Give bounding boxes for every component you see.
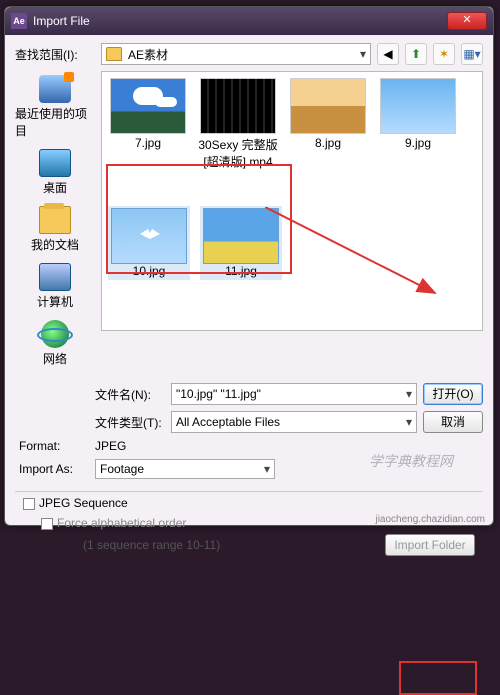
open-button[interactable]: 打开(O) (423, 383, 483, 405)
computer-icon (39, 263, 71, 291)
up-button[interactable]: ⬆ (405, 43, 427, 65)
sidebar-item-desktop[interactable]: 桌面 (39, 149, 71, 196)
file-item-selected[interactable]: 10.jpg (108, 206, 190, 280)
chevron-down-icon: ▾ (264, 462, 270, 476)
importas-value: Footage (100, 462, 144, 476)
thumbnail (380, 78, 456, 134)
file-item[interactable]: 8.jpg (288, 78, 368, 170)
sidebar-item-network[interactable]: 网络 (41, 320, 69, 367)
lookin-label: 查找范围(I): (15, 46, 95, 63)
network-icon (41, 320, 69, 348)
folder-icon (106, 47, 122, 61)
file-item[interactable]: 9.jpg (378, 78, 458, 170)
watermark-url: jiaocheng.chazidian.com (375, 514, 485, 525)
close-button[interactable]: ✕ (447, 12, 487, 30)
file-name: 8.jpg (315, 136, 341, 150)
desktop-icon (39, 149, 71, 177)
sidebar-label: 网络 (43, 350, 67, 367)
filetype-label: 文件类型(T): (95, 414, 165, 431)
file-name: 11.jpg (225, 264, 257, 278)
format-value: JPEG (95, 439, 126, 453)
force-alpha-label: Force alphabetical order (57, 516, 186, 530)
folder-select[interactable]: AE素材 ▾ (101, 43, 371, 65)
jpeg-sequence-label: JPEG Sequence (39, 496, 128, 510)
chevron-down-icon: ▾ (406, 387, 412, 401)
sidebar-label: 最近使用的项目 (15, 105, 95, 139)
sequence-range-text: (1 sequence range 10-11) (83, 538, 220, 552)
window-title: Import File (33, 14, 90, 28)
sidebar-item-computer[interactable]: 计算机 (37, 263, 73, 310)
file-name: 7.jpg (135, 136, 161, 150)
thumbnail (110, 78, 186, 134)
file-name: 30Sexy 完整版[超清版].mp4 (198, 136, 278, 170)
folder-name: AE素材 (128, 46, 168, 63)
sidebar-label: 计算机 (37, 293, 73, 310)
chevron-down-icon: ▾ (360, 47, 366, 61)
thumbnail (111, 208, 187, 264)
documents-icon (39, 206, 71, 234)
app-icon: Ae (11, 13, 27, 29)
new-folder-button[interactable]: ✶ (433, 43, 455, 65)
format-label: Format: (19, 439, 89, 453)
importas-label: Import As: (19, 462, 89, 476)
filename-input[interactable]: "10.jpg" "11.jpg" ▾ (171, 383, 417, 405)
sidebar-label: 桌面 (43, 179, 67, 196)
thumbnail (203, 208, 279, 264)
jpeg-sequence-checkbox[interactable]: JPEG Sequence (23, 496, 475, 510)
thumbnail (200, 78, 276, 134)
checkbox-icon (23, 498, 35, 510)
checkbox-icon (41, 518, 53, 530)
recent-icon (39, 75, 71, 103)
import-file-dialog: Ae Import File ✕ 查找范围(I): AE素材 ▾ ◀ ⬆ ✶ ▦… (4, 6, 494, 526)
annotation-open-highlight (399, 661, 477, 695)
filename-value: "10.jpg" "11.jpg" (176, 387, 261, 401)
sidebar-label: 我的文档 (31, 236, 79, 253)
filename-label: 文件名(N): (95, 386, 165, 403)
import-folder-button[interactable]: Import Folder (385, 534, 475, 556)
thumbnail (290, 78, 366, 134)
chevron-down-icon: ▾ (406, 415, 412, 429)
view-menu-button[interactable]: ▦▾ (461, 43, 483, 65)
file-list-pane[interactable]: 7.jpg 30Sexy 完整版[超清版].mp4 8.jpg 9.jpg (101, 71, 483, 331)
file-item[interactable]: 30Sexy 完整版[超清版].mp4 (198, 78, 278, 170)
filetype-value: All Acceptable Files (176, 415, 280, 429)
file-item-selected[interactable]: 11.jpg (200, 206, 282, 280)
titlebar[interactable]: Ae Import File ✕ (5, 7, 493, 35)
file-item[interactable]: 7.jpg (108, 78, 188, 170)
filetype-select[interactable]: All Acceptable Files ▾ (171, 411, 417, 433)
cancel-button[interactable]: 取消 (423, 411, 483, 433)
file-name: 9.jpg (405, 136, 431, 150)
sidebar-item-recent[interactable]: 最近使用的项目 (15, 75, 95, 139)
places-sidebar: 最近使用的项目 桌面 我的文档 计算机 网络 (15, 71, 95, 375)
back-button[interactable]: ◀ (377, 43, 399, 65)
file-name: 10.jpg (133, 264, 166, 278)
importas-select[interactable]: Footage ▾ (95, 459, 275, 479)
sidebar-item-documents[interactable]: 我的文档 (31, 206, 79, 253)
